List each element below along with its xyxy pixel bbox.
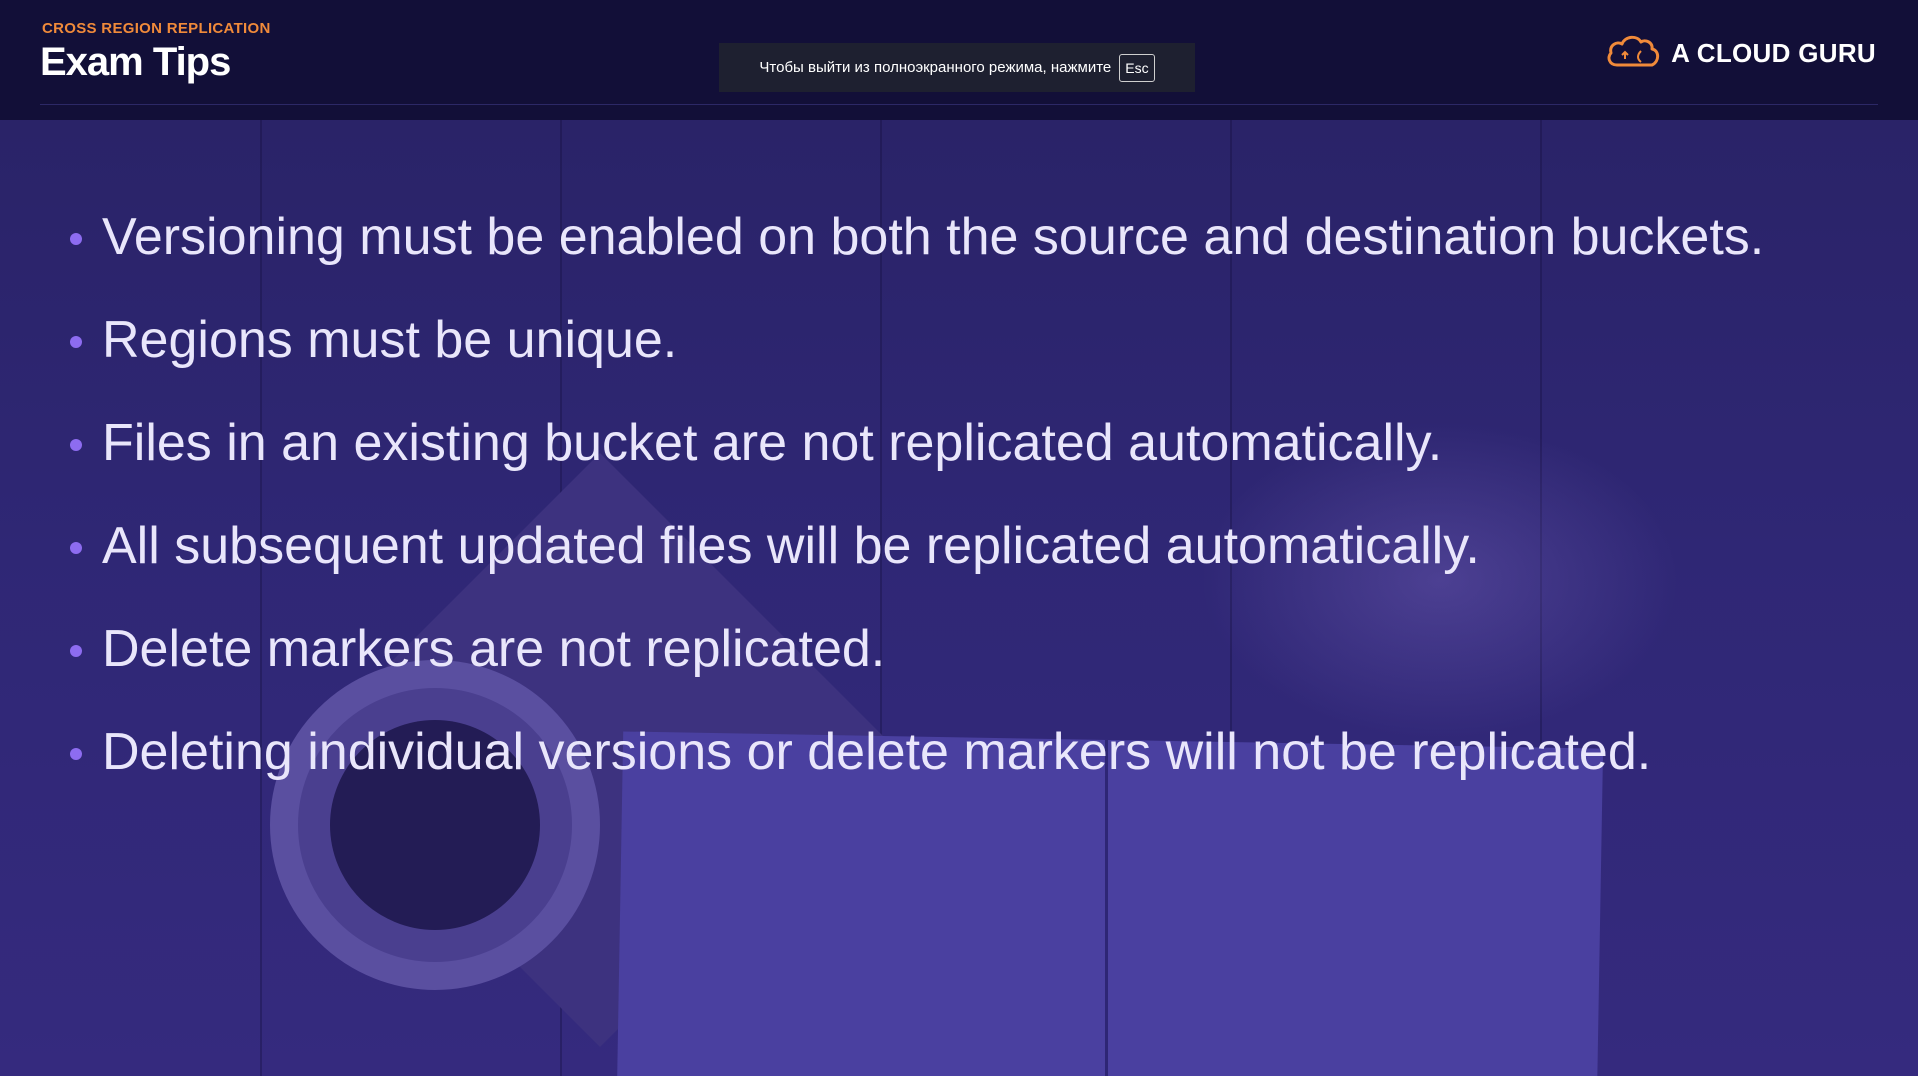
tip-text: Deleting individual versions or delete m… [102,723,1652,781]
fullscreen-exit-notice: Чтобы выйти из полноэкранного режима, на… [719,43,1195,92]
esc-key-hint: Esc [1119,53,1155,82]
tip-item: Delete markers are not replicated. [70,612,1850,687]
tip-item: Deleting individual versions or delete m… [70,715,1850,790]
brand-logo: A CLOUD GURU [1605,30,1876,76]
tip-text: All subsequent updated files will be rep… [102,517,1480,575]
tip-item: All subsequent updated files will be rep… [70,509,1850,584]
slide-title: Exam Tips [40,40,231,84]
tip-item: Regions must be unique. [70,303,1850,378]
tip-text: Files in an existing bucket are not repl… [102,414,1443,472]
tip-text: Versioning must be enabled on both the s… [102,208,1765,266]
tip-text: Regions must be unique. [102,311,678,369]
cloud-logo-icon [1605,31,1661,76]
brand-name: A CLOUD GURU [1671,37,1876,68]
tip-text: Delete markers are not replicated. [102,620,886,678]
section-label: CROSS REGION REPLICATION [42,20,271,37]
bullet-icon [70,233,82,245]
bullet-icon [70,645,82,657]
exam-tips-list: Versioning must be enabled on both the s… [70,200,1850,818]
tip-item: Files in an existing bucket are not repl… [70,406,1850,481]
bullet-icon [70,439,82,451]
header-divider [40,104,1878,105]
bullet-icon [70,748,82,760]
bullet-icon [70,542,82,554]
tip-item: Versioning must be enabled on both the s… [70,200,1850,275]
fullscreen-notice-text: Чтобы выйти из полноэкранного режима, на… [759,59,1112,76]
bullet-icon [70,336,82,348]
